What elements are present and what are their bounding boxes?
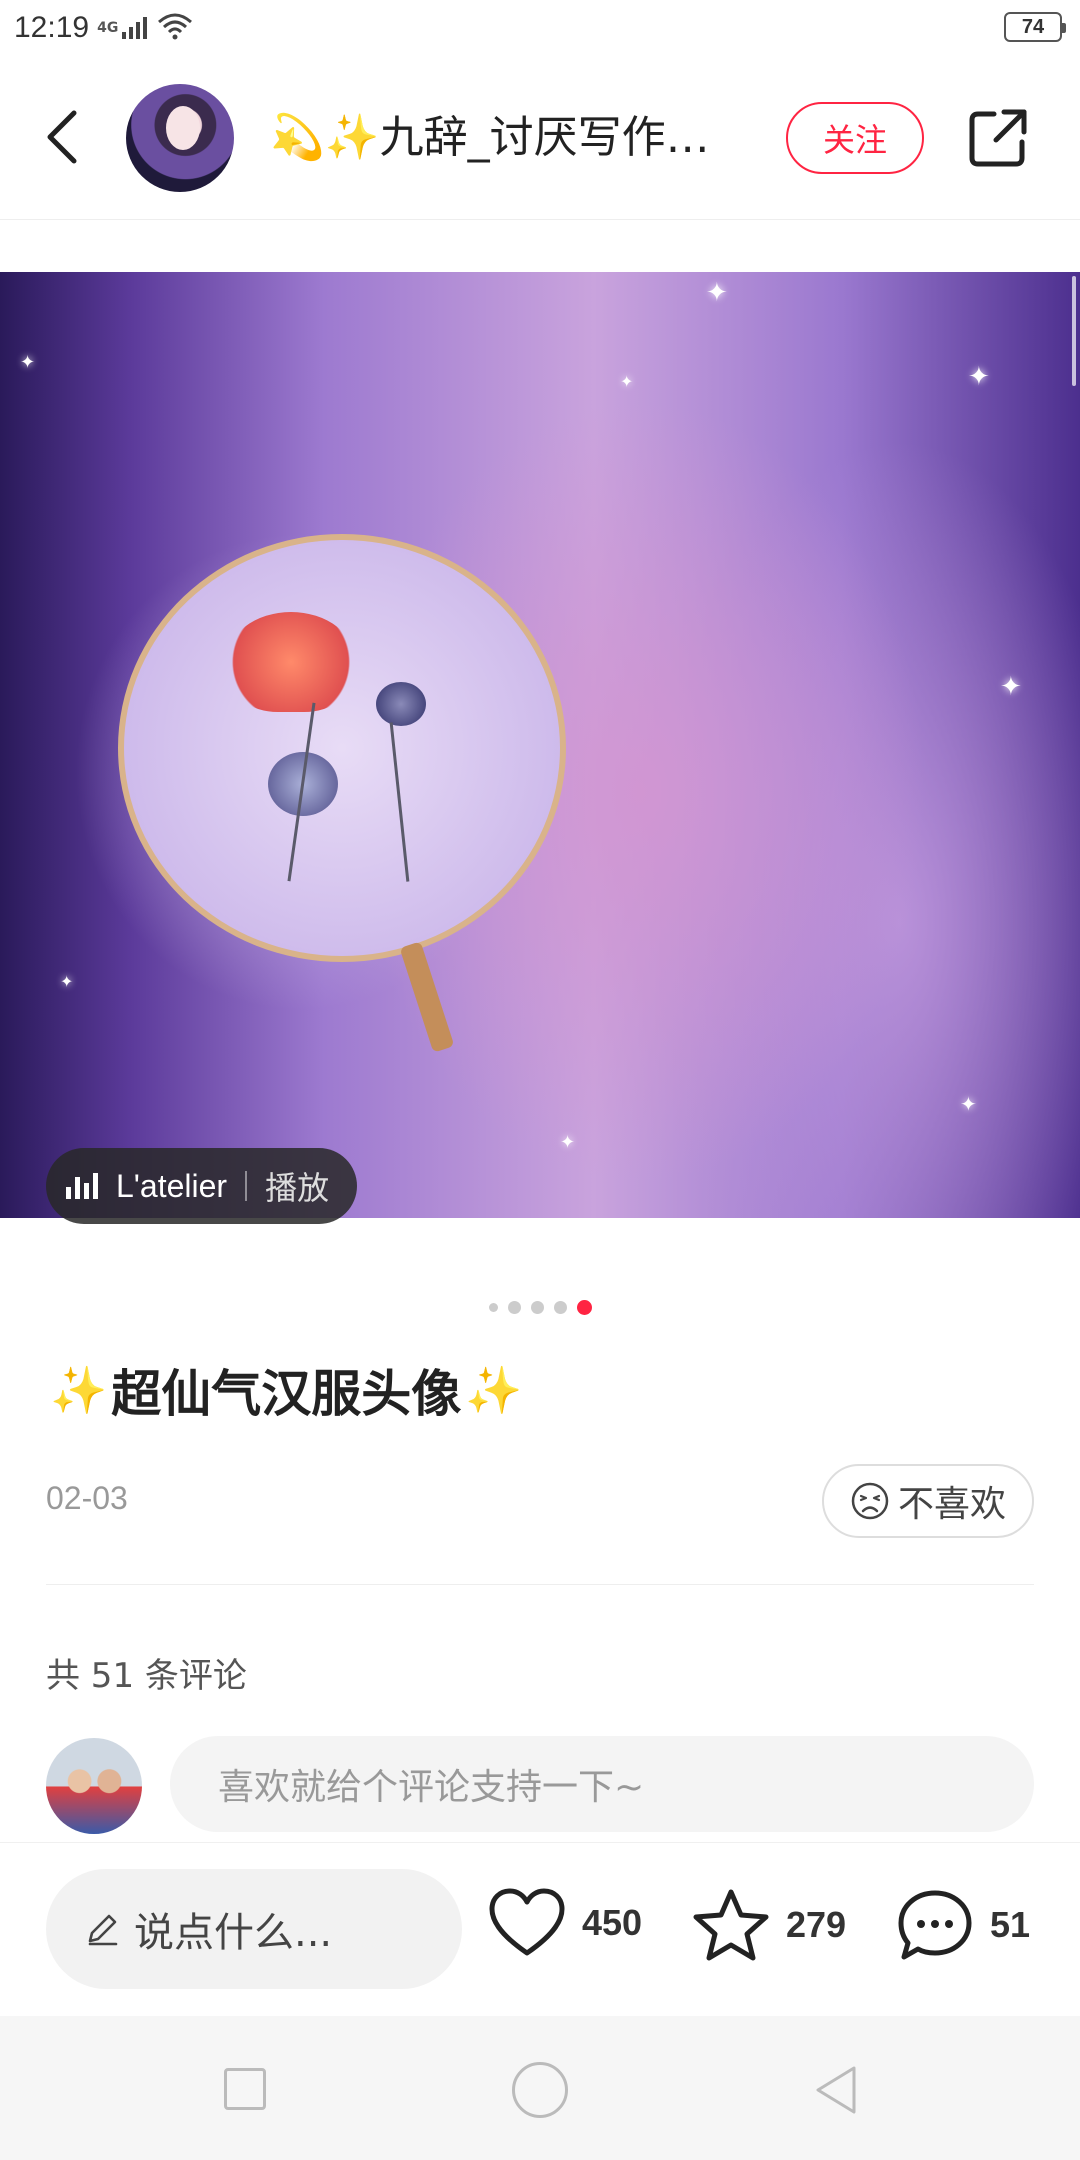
signal-icon bbox=[122, 17, 148, 39]
image-scroll-indicator bbox=[1072, 276, 1076, 386]
post-image[interactable]: ✦ ✦ ✦ ✦ ✦ ✦ ✦ ✦ bbox=[0, 272, 1080, 1218]
home-button[interactable] bbox=[512, 2062, 568, 2118]
bottom-action-bar: 说点什么... 450 279 51 bbox=[0, 1842, 1080, 2016]
favorite-count: 279 bbox=[786, 1904, 847, 1945]
say-something-input[interactable]: 说点什么... bbox=[46, 1869, 462, 1989]
comment-count-action: 51 bbox=[990, 1904, 1031, 1945]
chevron-left-icon bbox=[47, 110, 77, 164]
sparkles-icon: ✨ bbox=[50, 1362, 108, 1417]
heart-icon bbox=[489, 1888, 565, 1956]
sparkle-icon: ✦ bbox=[1000, 672, 1022, 702]
system-back-button[interactable] bbox=[808, 2062, 864, 2118]
sparkle-icon: ✦ bbox=[960, 1092, 977, 1116]
carousel-indicator bbox=[0, 1300, 1080, 1315]
battery-icon: 74 bbox=[1004, 12, 1066, 42]
carousel-dot bbox=[488, 1303, 498, 1312]
dislike-button[interactable]: 不喜欢 bbox=[822, 1464, 1034, 1538]
fan-illustration bbox=[118, 534, 566, 962]
like-count: 450 bbox=[582, 1902, 643, 1943]
follow-button[interactable]: 关注 bbox=[786, 102, 924, 174]
favorite-button[interactable]: 279 bbox=[692, 1887, 846, 1963]
post-date: 02-03 bbox=[46, 1480, 128, 1516]
chat-bubble-icon bbox=[898, 1890, 972, 1960]
share-external-icon bbox=[969, 109, 1027, 167]
carousel-dot bbox=[553, 1301, 567, 1314]
share-button[interactable] bbox=[966, 106, 1030, 170]
play-label[interactable]: 播放 bbox=[265, 1163, 329, 1209]
comment-input[interactable]: 喜欢就给个评论支持一下~ bbox=[170, 1736, 1034, 1832]
dislike-label: 不喜欢 bbox=[897, 1484, 1006, 1525]
carousel-dot bbox=[507, 1301, 521, 1314]
network-type: 4G bbox=[97, 20, 119, 36]
comment-count: 共 51 条评论 bbox=[46, 1656, 247, 1696]
sparkle-icon: ✦ bbox=[560, 1132, 576, 1153]
sparkles-icon: ✨ bbox=[465, 1362, 523, 1417]
sparkle-icon: ✦ bbox=[620, 372, 634, 391]
author-avatar[interactable] bbox=[126, 84, 234, 192]
recent-apps-button[interactable] bbox=[224, 2068, 266, 2110]
carousel-dot bbox=[530, 1301, 544, 1314]
system-nav-bar bbox=[0, 2016, 1080, 2160]
comment-button[interactable]: 51 bbox=[896, 1887, 1030, 1963]
star-icon bbox=[693, 1889, 769, 1961]
say-something-placeholder: 说点什么... bbox=[134, 1910, 333, 1956]
post-title: ✨ 超仙气汉服头像 ✨ bbox=[46, 1350, 527, 1430]
divider bbox=[46, 1584, 1034, 1585]
my-avatar bbox=[46, 1738, 142, 1834]
like-button[interactable]: 450 bbox=[488, 1887, 642, 1959]
comment-compose-row: 喜欢就给个评论支持一下~ bbox=[0, 1732, 1080, 1836]
status-time: 12:19 bbox=[14, 11, 90, 44]
post-header: 💫✨九辞_讨厌写作… 关注 bbox=[0, 56, 1080, 220]
sparkle-icon: ✦ bbox=[60, 972, 74, 991]
post-title-text: 超仙气汉服头像 bbox=[111, 1365, 462, 1423]
music-bars-icon bbox=[66, 1173, 98, 1199]
status-bar: 12:19 4G 74 bbox=[0, 0, 1080, 56]
frown-face-icon bbox=[851, 1482, 889, 1520]
triangle-back-icon bbox=[816, 2066, 856, 2114]
wifi-icon bbox=[157, 12, 193, 44]
sparkle-icon: ✦ bbox=[968, 362, 990, 392]
carousel-dot-active bbox=[576, 1300, 592, 1315]
pencil-icon bbox=[88, 1914, 118, 1946]
music-title: L'atelier bbox=[116, 1167, 228, 1204]
music-chip[interactable]: L'atelier 播放 bbox=[46, 1148, 358, 1224]
sparkle-icon: ✦ bbox=[706, 278, 728, 308]
back-button[interactable] bbox=[34, 102, 90, 172]
author-name[interactable]: 💫✨九辞_讨厌写作… bbox=[270, 106, 720, 170]
sparkle-icon: ✦ bbox=[20, 352, 36, 373]
